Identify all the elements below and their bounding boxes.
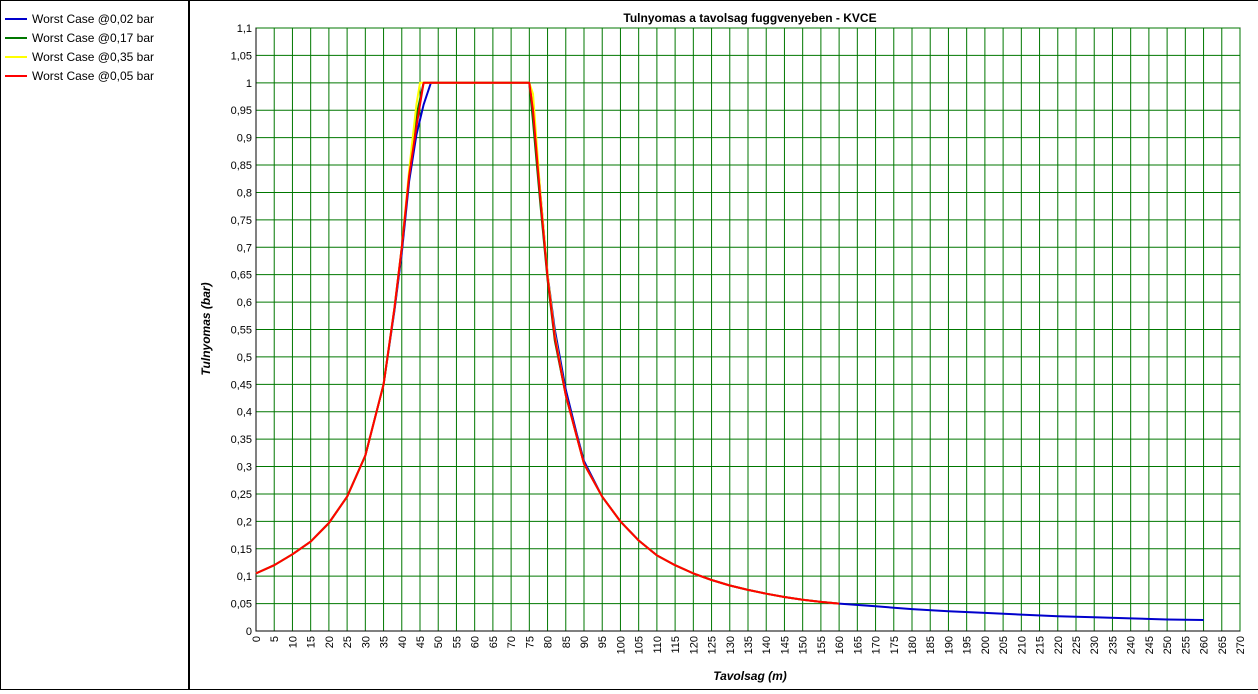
- x-tick-label: 180: [907, 636, 919, 654]
- x-tick-label: 130: [725, 636, 737, 654]
- x-tick-label: 225: [1071, 636, 1083, 654]
- legend-panel: Worst Case @0,02 bar Worst Case @0,17 ba…: [0, 0, 189, 690]
- x-tick-label: 20: [324, 636, 336, 648]
- x-tick-label: 215: [1035, 636, 1047, 654]
- x-tick-label: 105: [634, 636, 646, 654]
- y-tick-label: 0: [246, 626, 252, 638]
- x-tick-label: 260: [1199, 636, 1211, 654]
- x-tick-label: 15: [306, 636, 318, 648]
- legend-item: Worst Case @0,02 bar: [5, 11, 154, 27]
- x-tick-label: 10: [287, 636, 299, 648]
- legend-swatch: [5, 75, 27, 77]
- y-tick-label: 1,05: [231, 50, 252, 62]
- y-tick-label: 0,9: [237, 133, 252, 145]
- x-tick-label: 135: [743, 636, 755, 654]
- x-tick-label: 35: [379, 636, 391, 648]
- x-tick-label: 25: [342, 636, 354, 648]
- x-tick-label: 195: [962, 636, 974, 654]
- x-tick-label: 110: [652, 636, 664, 654]
- line-chart: Tulnyomas a tavolsag fuggvenyeben - KVCE…: [199, 11, 1247, 683]
- x-tick-label: 200: [980, 636, 992, 654]
- y-tick-label: 0,2: [237, 516, 252, 528]
- x-tick-label: 265: [1217, 636, 1229, 654]
- x-tick-label: 170: [871, 636, 883, 654]
- x-tick-label: 245: [1144, 636, 1156, 654]
- legend-label: Worst Case @0,35 bar: [32, 50, 155, 64]
- x-tick-label: 65: [488, 636, 500, 648]
- y-tick-label: 0,05: [231, 599, 252, 611]
- chart-title: Tulnyomas a tavolsag fuggvenyeben - KVCE: [623, 11, 876, 25]
- x-tick-label: 235: [1107, 636, 1119, 654]
- y-tick-label: 0,75: [231, 215, 252, 227]
- x-tick-label: 0: [251, 636, 263, 642]
- y-tick-label: 0,4: [237, 407, 252, 419]
- x-tick-label: 185: [925, 636, 937, 654]
- y-tick-label: 0,7: [237, 242, 252, 254]
- x-tick-label: 255: [1180, 636, 1192, 654]
- y-tick-label: 0,55: [231, 325, 252, 337]
- chart-panel: Tulnyomas a tavolsag fuggvenyeben - KVCE…: [188, 0, 1258, 690]
- legend-swatch: [5, 56, 27, 58]
- y-tick-label: 0,45: [231, 379, 252, 391]
- x-tick-label: 85: [561, 636, 573, 648]
- x-tick-label: 90: [579, 636, 591, 648]
- x-tick-label: 250: [1162, 636, 1174, 654]
- x-tick-label: 55: [451, 636, 463, 648]
- x-tick-label: 145: [779, 636, 791, 654]
- x-tick-label: 240: [1126, 636, 1138, 654]
- legend-item: Worst Case @0,05 bar: [5, 68, 154, 84]
- y-tick-label: 0,25: [231, 489, 252, 501]
- x-tick-label: 95: [597, 636, 609, 648]
- y-tick-label: 0,15: [231, 544, 252, 556]
- x-axis-label: Tavolsag (m): [713, 669, 787, 683]
- y-tick-label: 0,3: [237, 462, 252, 474]
- x-tick-label: 270: [1235, 636, 1247, 654]
- legend-label: Worst Case @0,17 bar: [32, 31, 155, 45]
- x-tick-label: 5: [269, 636, 281, 642]
- x-tick-label: 220: [1053, 636, 1065, 654]
- legend-swatch: [5, 37, 27, 39]
- y-tick-label: 0,5: [237, 352, 252, 364]
- x-tick-label: 80: [543, 636, 555, 648]
- y-tick-label: 0,35: [231, 434, 252, 446]
- x-tick-label: 210: [1016, 636, 1028, 654]
- y-tick-label: 0,1: [237, 571, 252, 583]
- y-tick-label: 0,95: [231, 105, 252, 117]
- x-tick-label: 205: [998, 636, 1010, 654]
- legend-swatch: [5, 18, 27, 20]
- x-tick-label: 45: [415, 636, 427, 648]
- x-tick-label: 60: [470, 636, 482, 648]
- x-tick-label: 190: [943, 636, 955, 654]
- y-tick-label: 0,85: [231, 160, 252, 172]
- x-tick-label: 230: [1089, 636, 1101, 654]
- x-tick-label: 70: [506, 636, 518, 648]
- x-tick-label: 50: [433, 636, 445, 648]
- x-tick-label: 30: [360, 636, 372, 648]
- y-axis-label: Tulnyomas (bar): [199, 282, 213, 375]
- x-tick-label: 100: [615, 636, 627, 654]
- legend-item: Worst Case @0,35 bar: [5, 49, 154, 65]
- y-tick-label: 0,6: [237, 297, 252, 309]
- x-tick-label: 75: [524, 636, 536, 648]
- x-tick-label: 125: [707, 636, 719, 654]
- y-tick-label: 1,1: [237, 23, 252, 35]
- x-tick-label: 175: [889, 636, 901, 654]
- legend-item: Worst Case @0,17 bar: [5, 30, 154, 46]
- x-tick-label: 165: [852, 636, 864, 654]
- legend-label: Worst Case @0,05 bar: [32, 69, 155, 83]
- y-tick-label: 0,65: [231, 270, 252, 282]
- y-tick-label: 1: [246, 78, 252, 90]
- x-tick-label: 155: [816, 636, 828, 654]
- x-tick-label: 150: [798, 636, 810, 654]
- legend-label: Worst Case @0,02 bar: [32, 12, 155, 26]
- x-tick-label: 140: [761, 636, 773, 654]
- x-tick-label: 115: [670, 636, 682, 654]
- y-tick-label: 0,8: [237, 187, 252, 199]
- x-tick-label: 40: [397, 636, 409, 648]
- x-tick-label: 160: [834, 636, 846, 654]
- x-tick-label: 120: [688, 636, 700, 654]
